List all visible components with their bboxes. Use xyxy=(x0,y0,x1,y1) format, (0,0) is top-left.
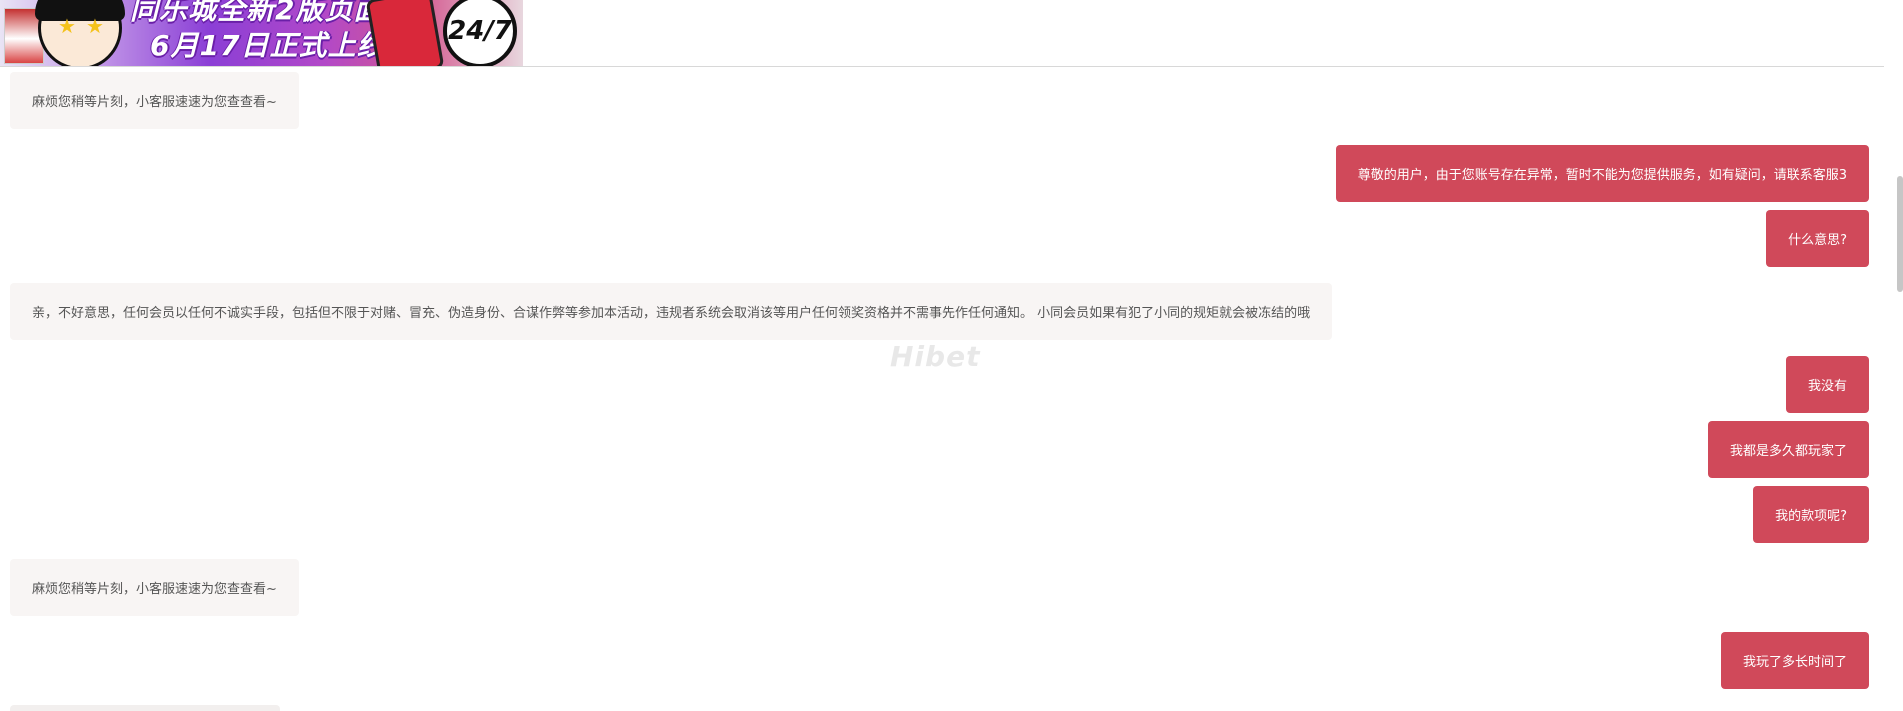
user-message: 什么意思? xyxy=(1766,210,1869,267)
phone-image xyxy=(365,0,445,66)
user-message: 我玩了多长时间了 xyxy=(1720,632,1869,689)
cs-message: 亲，不好意思，任何会员以任何不诚实手段，包括但不限于对赌、冒充、伪造身份、合谋作… xyxy=(10,283,1333,340)
watermark-logo: Hibet xyxy=(890,340,981,373)
banner-date: 6月17日正式上线 xyxy=(150,29,386,62)
promo-banner[interactable]: ★ ★ 同乐城全新2版页面 6月17日正式上线 24/7 xyxy=(0,0,523,66)
user-message: 我没有 xyxy=(1785,356,1869,413)
star-icon: ★ xyxy=(58,14,76,38)
divider xyxy=(0,66,1884,67)
user-message: 我都是多久都玩家了 xyxy=(1707,421,1869,478)
user-message: 我的款项呢? xyxy=(1753,486,1869,543)
cartoon-mascot xyxy=(35,0,125,66)
user-message: 尊敬的用户，由于您账号存在异常，暂时不能为您提供服务，如有疑问，请联系客服3 xyxy=(1335,145,1869,202)
scrollbar-thumb[interactable] xyxy=(1897,176,1903,292)
cs-message: 麻烦您稍等片刻，小客服速速为您查查看~ xyxy=(10,72,299,129)
cs-message-partial xyxy=(10,705,280,711)
star-icon: ★ xyxy=(86,14,104,38)
badge-247: 24/7 xyxy=(443,0,517,66)
cs-message: 麻烦您稍等片刻，小客服速速为您查查看~ xyxy=(10,559,299,616)
